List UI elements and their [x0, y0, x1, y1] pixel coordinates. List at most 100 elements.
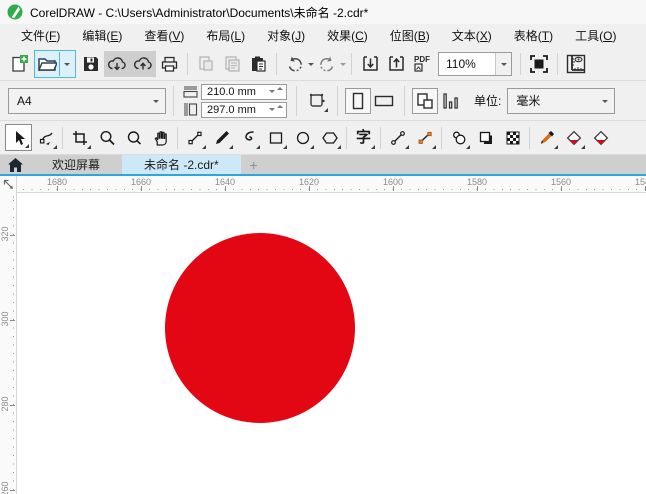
ruler-origin[interactable] — [0, 176, 17, 193]
landscape-button[interactable] — [371, 88, 397, 114]
zoom-level-combo[interactable]: 110% — [438, 51, 512, 76]
toolbox-separator — [529, 126, 530, 149]
page-dimensions-button[interactable] — [304, 88, 330, 114]
ruler-label: 1560 — [550, 177, 572, 187]
units-combo[interactable]: 毫米 — [507, 87, 616, 114]
page-height-value: 297.0 mm — [207, 103, 256, 116]
menu-bitmaps[interactable]: 位图(B) — [379, 24, 441, 47]
ellipse-icon — [294, 129, 312, 147]
menu-effects[interactable]: 效果(C) — [316, 24, 379, 47]
menu-table[interactable]: 表格(T) — [503, 24, 564, 47]
ellipse-tool[interactable] — [289, 124, 316, 151]
chevron-down-icon — [63, 62, 70, 69]
cloud-upload-button[interactable] — [130, 50, 156, 77]
shape-tool[interactable] — [32, 124, 59, 151]
undo-button[interactable] — [282, 51, 308, 77]
zoom-level-dropdown[interactable] — [495, 52, 511, 75]
menu-file[interactable]: 文件(F) — [10, 24, 71, 47]
transparency-tool[interactable] — [499, 124, 526, 151]
freehand-tool[interactable] — [181, 124, 208, 151]
open-split-button[interactable] — [34, 49, 76, 78]
units-dropdown[interactable] — [596, 96, 614, 106]
pick-tool[interactable] — [5, 124, 32, 151]
tab-document[interactable]: 未命名 -2.cdr* — [122, 155, 241, 174]
export-button[interactable] — [383, 51, 409, 77]
menu-edit[interactable]: 编辑(E) — [71, 24, 133, 47]
current-page-icon — [441, 91, 461, 111]
page-width-field[interactable]: 210.0 mm — [201, 83, 287, 100]
landscape-icon — [373, 92, 395, 110]
vertical-ruler[interactable]: 320 300 280 260 — [0, 193, 17, 494]
zoom-alt-tool[interactable] — [120, 124, 147, 151]
full-screen-preview-button[interactable] — [526, 51, 552, 77]
horizontal-ruler[interactable]: 1680 1660 1640 1620 1600 1580 1560 1540 — [0, 176, 646, 193]
drop-shadow-tool[interactable] — [445, 124, 472, 151]
pen-tool[interactable] — [235, 124, 262, 151]
cloud-download-icon — [107, 55, 127, 73]
drawing-canvas[interactable] — [17, 193, 646, 494]
menu-object[interactable]: 对象(J) — [256, 24, 316, 47]
ruler-label: 1640 — [214, 177, 236, 187]
pen-curve-icon — [240, 129, 258, 147]
menu-text[interactable]: 文本(X) — [441, 24, 503, 47]
all-pages-button[interactable] — [412, 87, 438, 114]
block-shadow-tool[interactable] — [472, 124, 499, 151]
rectangle-tool[interactable] — [262, 124, 289, 151]
drop-shadow-icon — [450, 129, 468, 147]
menu-bar: 文件(F) 编辑(E) 查看(V) 布局(L) 对象(J) 效果(C) 位图(B… — [0, 24, 646, 47]
publish-to-pdf-button[interactable]: PDF — [409, 51, 435, 77]
coreldraw-window: CorelDRAW - C:\Users\Administrator\Docum… — [0, 0, 646, 494]
ruler-label: 300 — [0, 311, 10, 327]
toolbox-separator — [346, 126, 347, 149]
home-icon — [7, 157, 23, 172]
zoom-tool[interactable] — [93, 124, 120, 151]
red-circle-object[interactable] — [165, 233, 355, 423]
copy-icon — [223, 55, 241, 73]
artistic-media-tool[interactable] — [208, 124, 235, 151]
interactive-fill-tool[interactable] — [560, 124, 587, 151]
page-width-spinner[interactable] — [269, 87, 286, 96]
connector-tool[interactable] — [411, 124, 438, 151]
paste-button[interactable] — [245, 51, 271, 77]
export-icon — [387, 54, 406, 73]
page-height-spinner[interactable] — [269, 105, 286, 114]
new-tab-button[interactable]: + — [241, 155, 267, 174]
ruler-eye-icon — [565, 53, 587, 75]
all-pages-icon — [415, 91, 435, 111]
open-folder-icon — [37, 55, 57, 73]
page-size-combo[interactable]: A4 — [8, 87, 166, 114]
page-size-dropdown[interactable] — [147, 96, 165, 106]
import-button[interactable] — [357, 51, 383, 77]
show-rulers-button[interactable] — [563, 51, 589, 77]
portrait-button[interactable] — [345, 87, 371, 114]
cloud-download-button[interactable] — [104, 50, 130, 77]
menu-tools[interactable]: 工具(O) — [564, 24, 627, 47]
redo-dropdown[interactable] — [340, 62, 346, 69]
page-height-field[interactable]: 297.0 mm — [201, 101, 287, 118]
polygon-icon — [321, 129, 339, 147]
polygon-tool[interactable] — [316, 124, 343, 151]
text-tool[interactable]: 字 — [350, 124, 377, 151]
brush-icon — [213, 129, 231, 147]
portrait-icon — [349, 91, 367, 111]
menu-view[interactable]: 查看(V) — [133, 24, 195, 47]
open-dropdown[interactable] — [59, 51, 73, 76]
ruler-label: 1540 — [634, 177, 646, 187]
smart-fill-tool[interactable] — [587, 124, 614, 151]
document-tab-bar: 欢迎屏幕 未命名 -2.cdr* + — [0, 155, 646, 176]
current-page-button[interactable] — [438, 88, 464, 114]
print-button[interactable] — [156, 51, 182, 77]
save-button[interactable] — [78, 51, 104, 77]
redo-button[interactable] — [314, 51, 340, 77]
pan-tool[interactable] — [147, 124, 174, 151]
parallel-dimension-tool[interactable] — [384, 124, 411, 151]
tab-welcome-screen[interactable]: 欢迎屏幕 — [30, 155, 122, 174]
color-eyedropper-tool[interactable] — [533, 124, 560, 151]
ruler-label: 1660 — [130, 177, 152, 187]
crop-tool[interactable] — [66, 124, 93, 151]
menu-layout[interactable]: 布局(L) — [195, 24, 256, 47]
home-button[interactable] — [0, 155, 30, 174]
print-icon — [160, 55, 179, 73]
checkerboard-icon — [504, 129, 522, 147]
new-document-button[interactable] — [6, 51, 32, 77]
